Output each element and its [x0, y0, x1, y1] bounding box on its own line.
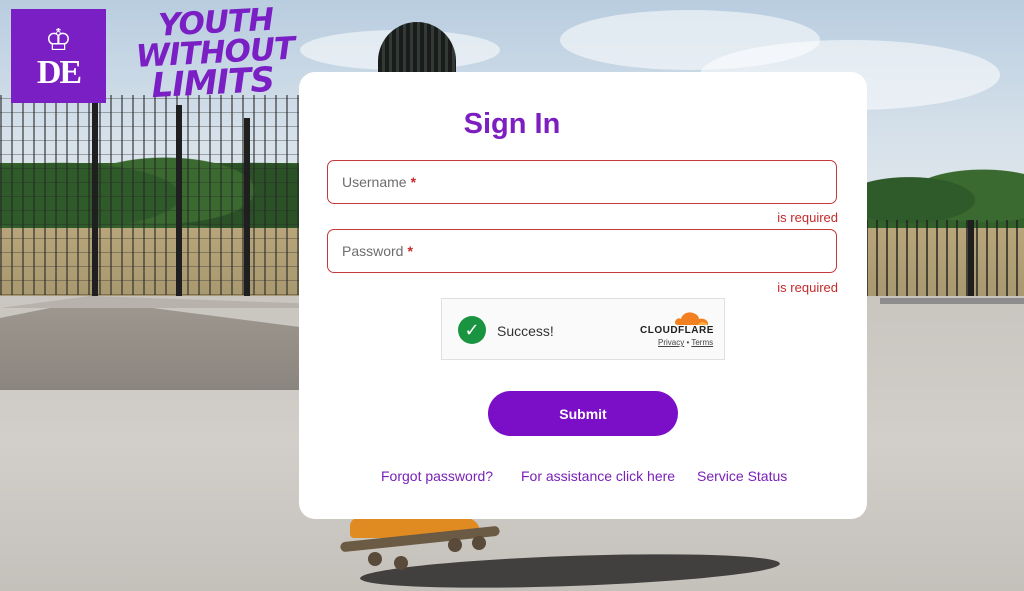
link-separator: •: [686, 338, 690, 347]
cloudflare-cloud-icon: [674, 312, 708, 325]
page-title: Sign In: [463, 108, 561, 140]
rail: [880, 298, 1024, 304]
captcha-status: Success!: [497, 323, 554, 339]
service-status-link[interactable]: Service Status: [697, 468, 787, 484]
password-input[interactable]: [328, 230, 840, 274]
fence-right: [866, 220, 1024, 300]
captcha-widget[interactable]: ✓ Success! CLOUDFLARE Privacy • Terms: [441, 298, 725, 360]
dofe-logo-letters: DE: [36, 54, 82, 91]
username-field[interactable]: Username *: [327, 160, 840, 205]
forgot-password-link[interactable]: Forgot password?: [381, 468, 493, 484]
submit-button[interactable]: Submit: [488, 391, 678, 436]
assistance-link[interactable]: For assistance click here: [521, 468, 675, 484]
username-error: is required: [777, 210, 838, 225]
captcha-links: Privacy • Terms: [658, 338, 713, 347]
password-field[interactable]: Password *: [327, 229, 840, 274]
username-input[interactable]: [328, 161, 840, 205]
check-icon: ✓: [458, 316, 486, 344]
tagline-line-3: LIMITS: [150, 59, 275, 107]
cloudflare-brand: CLOUDFLARE: [640, 325, 714, 336]
privacy-link[interactable]: Privacy: [658, 338, 684, 347]
terms-link[interactable]: Terms: [691, 338, 713, 347]
password-error: is required: [777, 280, 838, 295]
youth-without-limits-logo: YOUTH WITHOUT LIMITS: [134, 2, 295, 108]
crown-icon: ♔: [45, 24, 72, 57]
dofe-logo[interactable]: ♔ DE: [11, 9, 106, 103]
